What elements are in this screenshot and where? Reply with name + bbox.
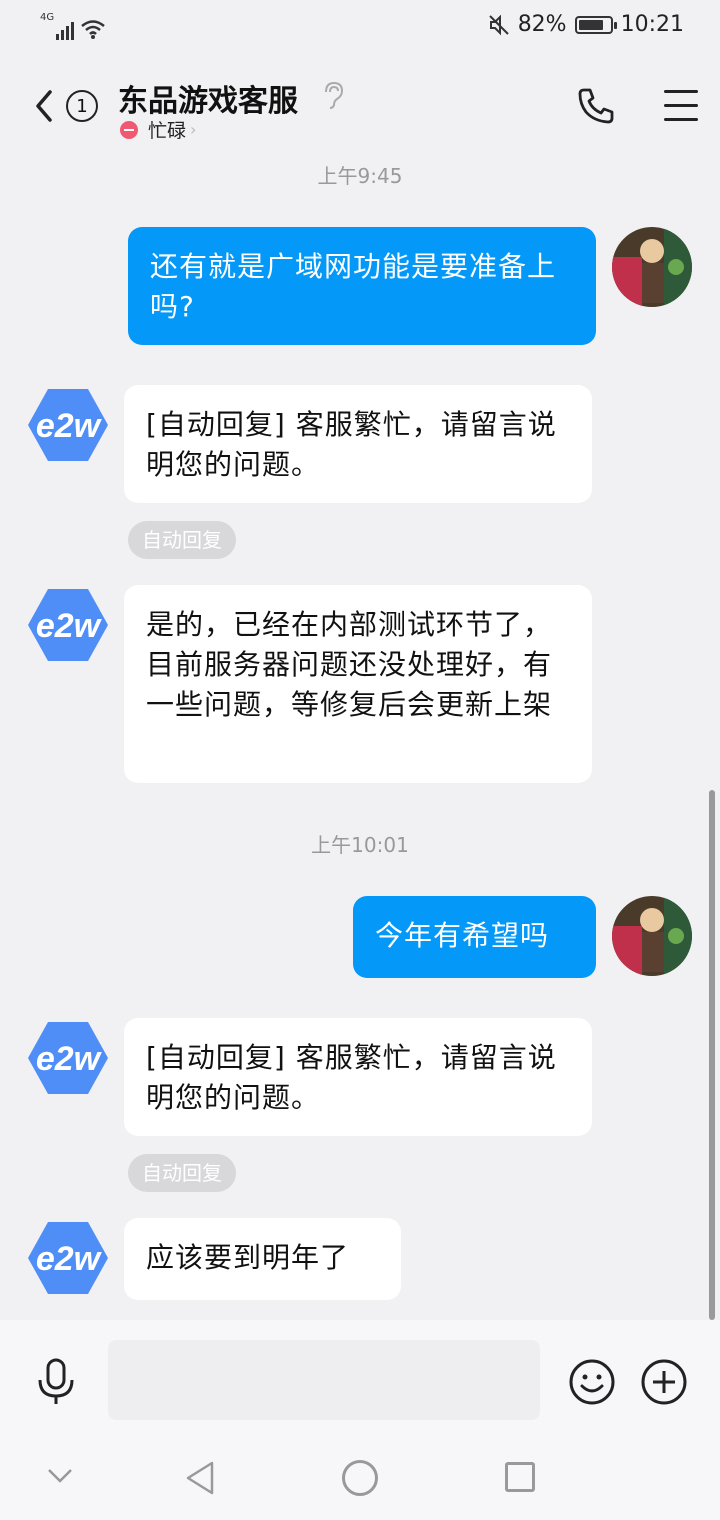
mute-icon: [488, 14, 509, 35]
mic-icon[interactable]: [34, 1358, 78, 1406]
agent-avatar-icon[interactable]: e2w: [28, 1218, 108, 1298]
agent-avatar-label: e2w: [36, 407, 103, 445]
agent-avatar-icon[interactable]: e2w: [28, 385, 108, 465]
message-input[interactable]: [108, 1340, 540, 1420]
nav-recent-apps-icon[interactable]: [505, 1462, 535, 1492]
menu-icon[interactable]: [664, 88, 700, 122]
outgoing-message[interactable]: 还有就是广域网功能是要准备上吗?: [128, 227, 596, 345]
agent-avatar-label: e2w: [36, 607, 103, 645]
outgoing-message[interactable]: 今年有希望吗: [353, 896, 596, 978]
network-label: 4G: [40, 12, 55, 23]
incoming-message[interactable]: [自动回复] 客服繁忙，请留言说明您的问题。: [124, 1018, 592, 1136]
user-avatar[interactable]: [612, 227, 692, 307]
wifi-icon: [81, 20, 105, 39]
emoji-icon[interactable]: [568, 1358, 616, 1406]
busy-status-icon: [120, 120, 138, 139]
agent-avatar-icon[interactable]: e2w: [28, 585, 108, 665]
unread-count-badge[interactable]: 1: [66, 90, 98, 122]
signal-icon: [56, 18, 74, 40]
battery-icon: [574, 15, 617, 34]
status-bar: 4G 82% 10:21: [0, 0, 720, 56]
ear-icon[interactable]: [320, 80, 346, 110]
user-avatar[interactable]: [612, 896, 692, 976]
battery-percent: 82%: [517, 12, 567, 37]
contact-name[interactable]: 东品游戏客服: [118, 76, 298, 120]
plus-icon[interactable]: [640, 1358, 688, 1406]
agent-avatar-label: e2w: [36, 1040, 103, 1078]
scrollbar[interactable]: [709, 790, 715, 1320]
clock: 10:21: [620, 12, 684, 37]
message-timestamp: 上午9:45: [317, 164, 403, 188]
input-bar: [0, 1320, 720, 1440]
phone-icon[interactable]: [576, 86, 616, 126]
chevron-right-icon: ›: [190, 120, 197, 139]
agent-avatar-label: e2w: [36, 1240, 103, 1278]
nav-back-icon[interactable]: [184, 1460, 216, 1496]
message-timestamp: 上午10:01: [311, 833, 409, 857]
nav-home-icon[interactable]: [342, 1460, 378, 1496]
chevron-down-icon[interactable]: [46, 1466, 74, 1486]
incoming-message[interactable]: 是的，已经在内部测试环节了，目前服务器问题还没处理好，有一些问题，等修复后会更新…: [124, 585, 592, 783]
auto-reply-tag: 自动回复: [128, 1154, 236, 1192]
contact-status[interactable]: 忙碌 ›: [120, 116, 196, 143]
auto-reply-tag: 自动回复: [128, 521, 236, 559]
system-nav-bar: [0, 1440, 720, 1520]
agent-avatar-icon[interactable]: e2w: [28, 1018, 108, 1098]
chat-header: 1 东品游戏客服 忙碌 ›: [0, 56, 720, 148]
incoming-message[interactable]: [自动回复] 客服繁忙，请留言说明您的问题。: [124, 385, 592, 503]
incoming-message[interactable]: 应该要到明年了: [124, 1218, 401, 1300]
back-icon[interactable]: [30, 86, 58, 126]
status-text: 忙碌: [148, 120, 187, 142]
signal-indicator: 4G: [40, 12, 106, 40]
